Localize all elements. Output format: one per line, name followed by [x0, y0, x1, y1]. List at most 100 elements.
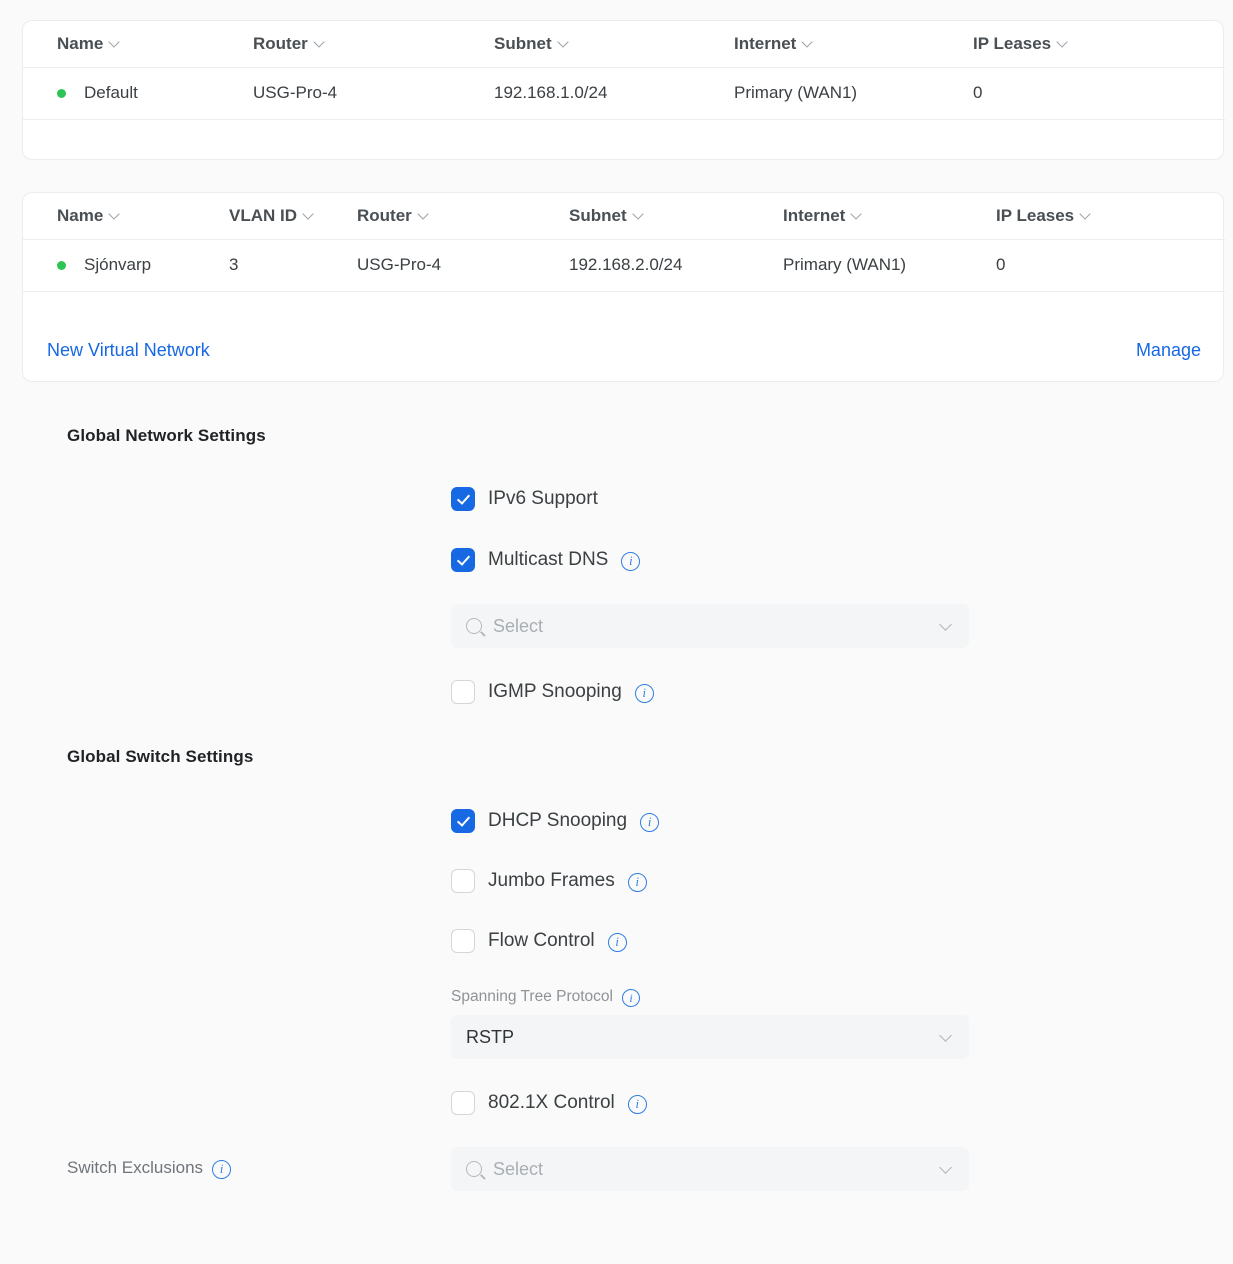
chevron-down-icon[interactable] — [941, 620, 953, 632]
chevron-down-icon[interactable] — [803, 37, 814, 48]
virtual-networks-table-card: Name VLAN ID Router — [22, 192, 1224, 382]
column-header-label: Name — [57, 206, 103, 226]
chevron-down-icon[interactable] — [941, 1031, 953, 1043]
column-header-label: Subnet — [494, 34, 552, 54]
flow-control-label: Flow Control — [488, 930, 595, 952]
spanning-tree-protocol-label-group: Spanning Tree Protocol i — [451, 988, 640, 1006]
cell-ip-leases: 0 — [996, 239, 1225, 291]
info-icon[interactable]: i — [635, 684, 654, 703]
cell-router: USG-Pro-4 — [253, 67, 494, 119]
info-icon[interactable]: i — [640, 813, 659, 832]
switch-exclusions-select-placeholder: Select — [493, 1159, 941, 1180]
igmp-snooping-label: IGMP Snooping — [488, 681, 622, 703]
dot1x-control-label: 802.1X Control — [488, 1092, 615, 1114]
table-row[interactable]: Sjónvarp 3 USG-Pro-4 192.168.2.0/24 Prim… — [23, 239, 1225, 291]
info-icon[interactable]: i — [621, 552, 640, 571]
cell-subnet: 192.168.1.0/24 — [494, 67, 734, 119]
ipv6-support-checkbox[interactable] — [451, 487, 475, 511]
column-header-vlan-id[interactable]: VLAN ID — [229, 193, 357, 239]
global-network-settings-title: Global Network Settings — [67, 426, 266, 446]
column-header-label: Router — [253, 34, 308, 54]
multicast-dns-label: Multicast DNS — [488, 549, 608, 571]
column-header-internet[interactable]: Internet — [783, 193, 996, 239]
flow-control-row[interactable]: Flow Control i — [451, 929, 627, 953]
dhcp-snooping-row[interactable]: DHCP Snooping i — [451, 809, 659, 833]
column-header-name[interactable]: Name — [23, 193, 229, 239]
chevron-down-icon[interactable] — [315, 37, 326, 48]
cell-name: Default — [23, 67, 253, 119]
multicast-dns-select[interactable]: Select — [451, 604, 969, 648]
column-header-label: Name — [57, 34, 103, 54]
ipv6-support-label: IPv6 Support — [488, 488, 598, 510]
multicast-dns-checkbox[interactable] — [451, 548, 475, 572]
dot1x-control-checkbox[interactable] — [451, 1091, 475, 1115]
multicast-dns-select-placeholder: Select — [493, 616, 941, 637]
flow-control-checkbox[interactable] — [451, 929, 475, 953]
network-name: Sjónvarp — [84, 255, 151, 275]
chevron-down-icon[interactable] — [941, 1163, 953, 1175]
cell-internet: Primary (WAN1) — [734, 67, 973, 119]
chevron-down-icon[interactable] — [634, 209, 645, 220]
igmp-snooping-row[interactable]: IGMP Snooping i — [451, 680, 654, 704]
chevron-down-icon[interactable] — [1081, 209, 1092, 220]
igmp-snooping-checkbox[interactable] — [451, 680, 475, 704]
jumbo-frames-checkbox[interactable] — [451, 869, 475, 893]
status-dot-icon — [57, 261, 66, 270]
new-virtual-network-link[interactable]: New Virtual Network — [47, 340, 210, 361]
global-switch-settings-title: Global Switch Settings — [67, 747, 253, 767]
switch-exclusions-select[interactable]: Select — [451, 1147, 969, 1191]
column-header-label: Router — [357, 206, 412, 226]
cell-vlan-id: 3 — [229, 239, 357, 291]
chevron-down-icon[interactable] — [304, 209, 315, 220]
column-header-label: Internet — [783, 206, 845, 226]
manage-link[interactable]: Manage — [1136, 340, 1201, 361]
status-dot-icon — [57, 89, 66, 98]
cell-subnet: 192.168.2.0/24 — [569, 239, 783, 291]
info-icon[interactable]: i — [608, 933, 627, 952]
ipv6-support-row[interactable]: IPv6 Support — [451, 487, 598, 511]
column-header-router[interactable]: Router — [253, 21, 494, 67]
info-icon[interactable]: i — [628, 1095, 647, 1114]
column-header-internet[interactable]: Internet — [734, 21, 973, 67]
column-header-label: Internet — [734, 34, 796, 54]
info-icon[interactable]: i — [622, 989, 640, 1007]
column-header-label: VLAN ID — [229, 206, 297, 226]
column-header-subnet[interactable]: Subnet — [569, 193, 783, 239]
jumbo-frames-label: Jumbo Frames — [488, 870, 615, 892]
switch-exclusions-label-group: Switch Exclusions i — [67, 1158, 231, 1178]
column-header-label: Subnet — [569, 206, 627, 226]
spanning-tree-protocol-value: RSTP — [466, 1027, 941, 1048]
dot1x-control-row[interactable]: 802.1X Control i — [451, 1091, 647, 1115]
network-name: Default — [84, 83, 138, 103]
chevron-down-icon[interactable] — [419, 209, 430, 220]
switch-exclusions-label: Switch Exclusions — [67, 1158, 203, 1178]
chevron-down-icon[interactable] — [110, 37, 121, 48]
column-header-label: IP Leases — [996, 206, 1074, 226]
column-header-ip-leases[interactable]: IP Leases — [973, 21, 1225, 67]
info-icon[interactable]: i — [628, 873, 647, 892]
chevron-down-icon[interactable] — [852, 209, 863, 220]
column-header-router[interactable]: Router — [357, 193, 569, 239]
cell-name: Sjónvarp — [23, 239, 229, 291]
chevron-down-icon[interactable] — [559, 37, 570, 48]
virtual-networks-table: Name VLAN ID Router — [23, 193, 1225, 292]
info-icon[interactable]: i — [212, 1160, 231, 1179]
chevron-down-icon[interactable] — [110, 209, 121, 220]
table-header-row: Name Router Subnet — [23, 21, 1225, 67]
spanning-tree-protocol-label: Spanning Tree Protocol — [451, 988, 613, 1006]
jumbo-frames-row[interactable]: Jumbo Frames i — [451, 869, 647, 893]
networks-table-card: Name Router Subnet — [22, 20, 1224, 160]
column-header-subnet[interactable]: Subnet — [494, 21, 734, 67]
spanning-tree-protocol-select[interactable]: RSTP — [451, 1015, 969, 1059]
dhcp-snooping-label: DHCP Snooping — [488, 810, 627, 832]
table-row[interactable]: Default USG-Pro-4 192.168.1.0/24 Primary… — [23, 67, 1225, 119]
chevron-down-icon[interactable] — [1058, 37, 1069, 48]
multicast-dns-row[interactable]: Multicast DNS i — [451, 548, 640, 572]
table-footer: New Virtual Network Manage — [23, 319, 1223, 381]
column-header-ip-leases[interactable]: IP Leases — [996, 193, 1225, 239]
column-header-name[interactable]: Name — [23, 21, 253, 67]
table-header-row: Name VLAN ID Router — [23, 193, 1225, 239]
dhcp-snooping-checkbox[interactable] — [451, 809, 475, 833]
cell-ip-leases: 0 — [973, 67, 1225, 119]
column-header-label: IP Leases — [973, 34, 1051, 54]
